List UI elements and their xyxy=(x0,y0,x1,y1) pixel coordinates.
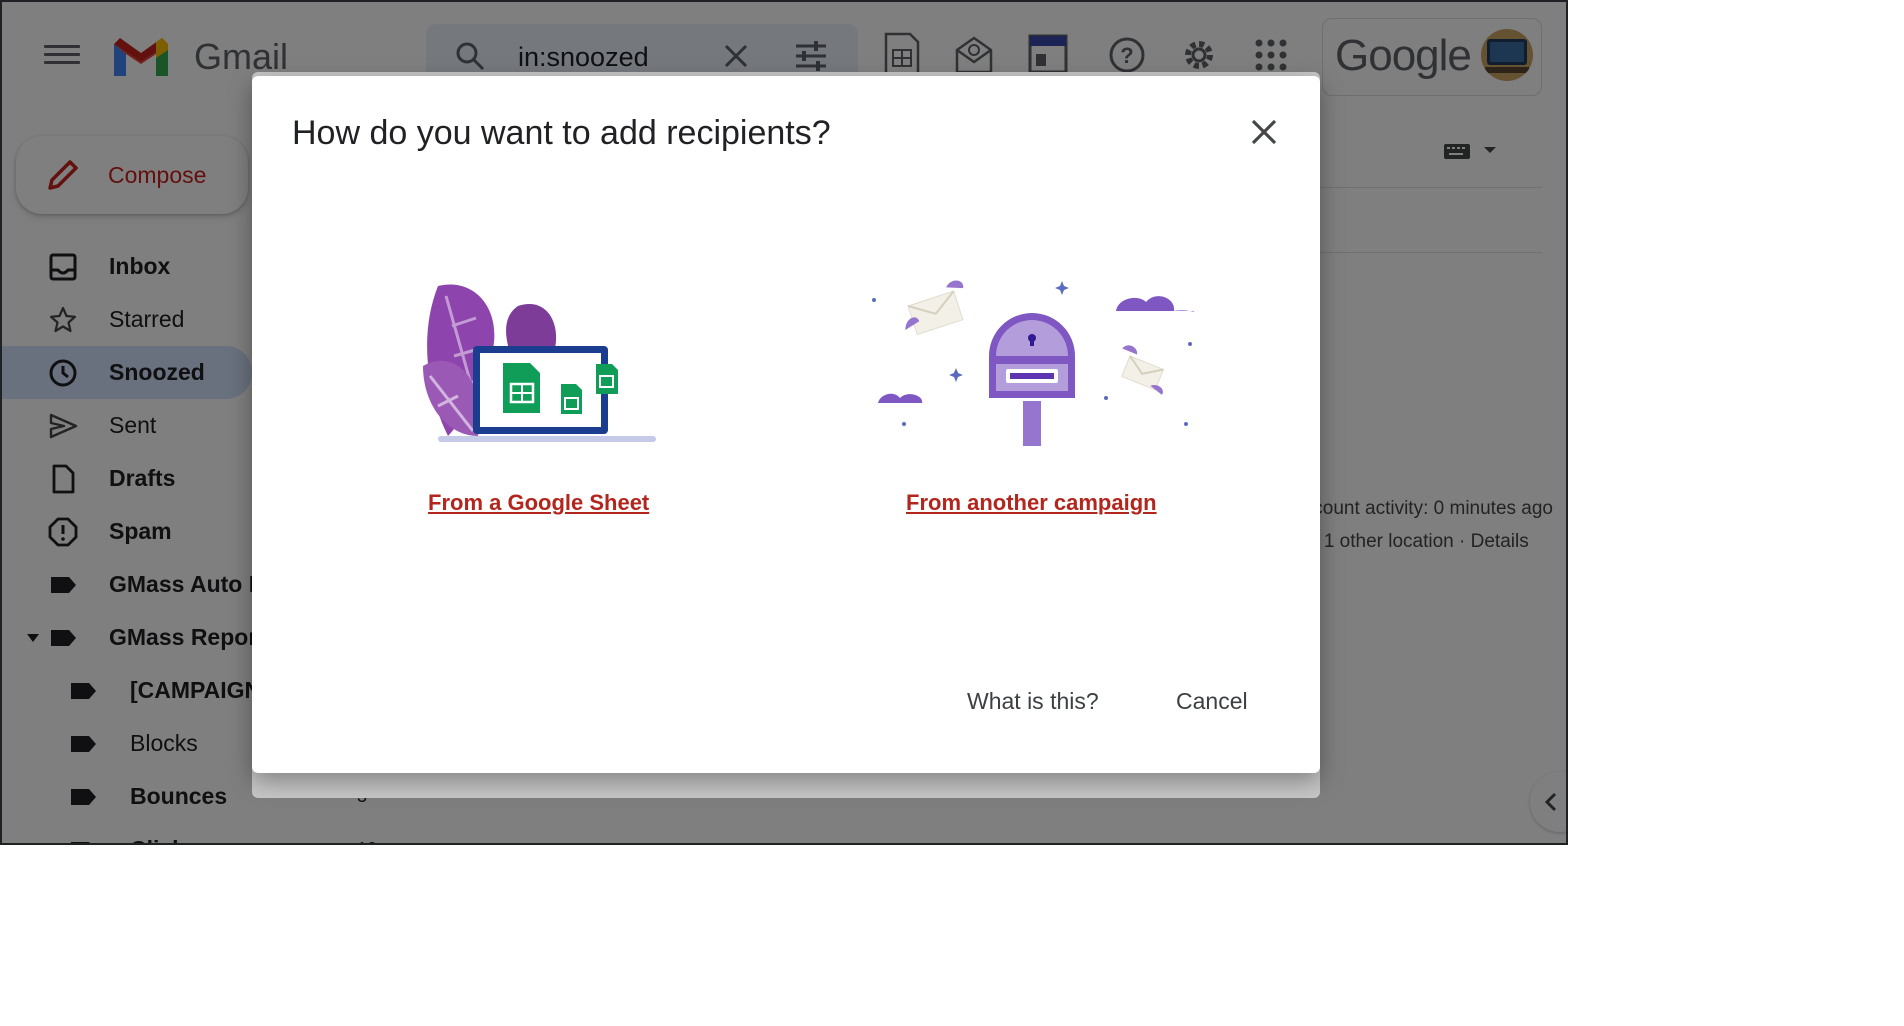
google-sheet-illustration-icon[interactable] xyxy=(418,276,658,451)
add-recipients-dialog: How do you want to add recipients? From … xyxy=(252,76,1320,773)
mailbox-campaign-illustration-icon[interactable] xyxy=(868,276,1198,451)
dialog-title: How do you want to add recipients? xyxy=(292,114,831,152)
close-icon[interactable] xyxy=(1248,116,1280,148)
what-is-this-button[interactable]: What is this? xyxy=(967,688,1099,715)
app-window: Gmail in:snoozed xyxy=(0,0,1568,845)
from-another-campaign-link[interactable]: From another campaign xyxy=(906,490,1157,516)
cancel-button[interactable]: Cancel xyxy=(1176,688,1248,715)
from-google-sheet-link[interactable]: From a Google Sheet xyxy=(428,490,649,516)
